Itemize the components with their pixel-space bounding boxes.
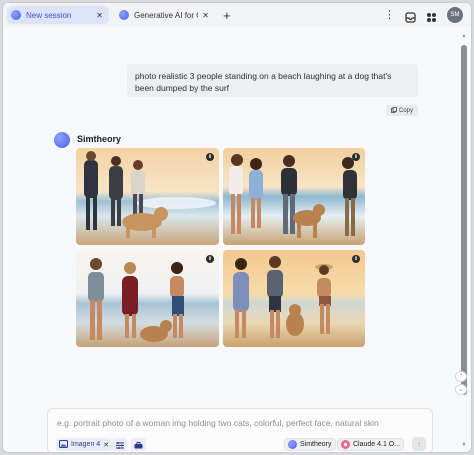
close-tab-icon[interactable]: ✕ <box>202 11 209 20</box>
download-icon[interactable]: ⬇ <box>206 255 214 263</box>
send-button[interactable]: ↑ <box>412 437 426 451</box>
tool-chip-label: Imagen 4 <box>71 441 101 448</box>
scroll-jump-controls: ⌃ ⌄ <box>455 371 467 395</box>
tab-generative-ai[interactable]: Generative AI for G... ✕ <box>115 6 215 24</box>
simtheory-logo-icon <box>119 10 129 20</box>
apps-grid-icon[interactable] <box>426 10 437 22</box>
more-menu-icon[interactable]: ⋮ <box>384 9 395 21</box>
tab-label: Generative AI for G... <box>134 10 198 20</box>
model-selector-label: Claude 4.1 O... <box>353 441 401 448</box>
app-window: New session ✕ Generative AI for G... ✕ +… <box>2 2 472 453</box>
settings-sliders-button[interactable] <box>112 438 127 451</box>
download-icon[interactable]: ⬇ <box>206 153 214 161</box>
scroll-up-button[interactable]: ⌃ <box>455 371 467 382</box>
arrow-up-icon: ↑ <box>417 439 421 449</box>
scrollbar-thumb[interactable] <box>461 45 467 395</box>
close-tab-icon[interactable]: ✕ <box>96 11 103 20</box>
scroll-down-button[interactable]: ⌄ <box>455 384 467 395</box>
inbox-icon[interactable] <box>405 10 416 23</box>
tool-chip-imagen[interactable]: Imagen 4 ✕ <box>56 438 113 451</box>
download-icon[interactable]: ⬇ <box>352 255 360 263</box>
toolbox-icon <box>134 436 143 453</box>
simtheory-logo-icon <box>288 440 297 449</box>
scroll-up-arrow-icon[interactable]: ▲ <box>461 33 467 39</box>
tab-bar: New session ✕ Generative AI for G... ✕ +… <box>3 3 471 27</box>
copy-icon <box>391 106 397 115</box>
claude-logo-icon <box>341 440 350 449</box>
assistant-selector[interactable]: Simtheory <box>284 438 336 451</box>
download-icon[interactable]: ⬇ <box>352 153 360 161</box>
tab-new-session[interactable]: New session ✕ <box>7 6 109 24</box>
user-message: photo realistic 3 people standing on a b… <box>127 64 418 97</box>
remove-tool-icon[interactable]: ✕ <box>103 441 109 449</box>
assistant-selector-label: Simtheory <box>300 441 332 448</box>
scroll-down-arrow-icon[interactable]: ▼ <box>461 442 467 448</box>
generated-image-3[interactable]: ⬇ <box>76 250 219 347</box>
image-icon <box>59 439 68 450</box>
composer: e.g. portrait photo of a woman img holdi… <box>47 408 433 452</box>
generated-image-1[interactable]: ⬇ <box>76 148 219 245</box>
assistant-avatar <box>54 132 70 148</box>
model-selector[interactable]: Claude 4.1 O... <box>337 438 405 451</box>
user-avatar[interactable]: SM <box>447 7 463 23</box>
copy-label: Copy <box>398 107 413 114</box>
generated-image-4[interactable]: ⬇ <box>223 250 365 347</box>
simtheory-logo-icon <box>11 10 21 20</box>
new-tab-button[interactable]: + <box>223 9 231 22</box>
tab-label: New session <box>26 10 72 20</box>
generated-image-2[interactable]: ⬇ <box>223 148 365 245</box>
prompt-input[interactable]: e.g. portrait photo of a woman img holdi… <box>57 418 379 428</box>
sliders-icon <box>115 436 124 453</box>
copy-button[interactable]: Copy <box>386 105 418 116</box>
assistant-name: Simtheory <box>77 134 122 144</box>
tools-button[interactable] <box>131 438 146 451</box>
